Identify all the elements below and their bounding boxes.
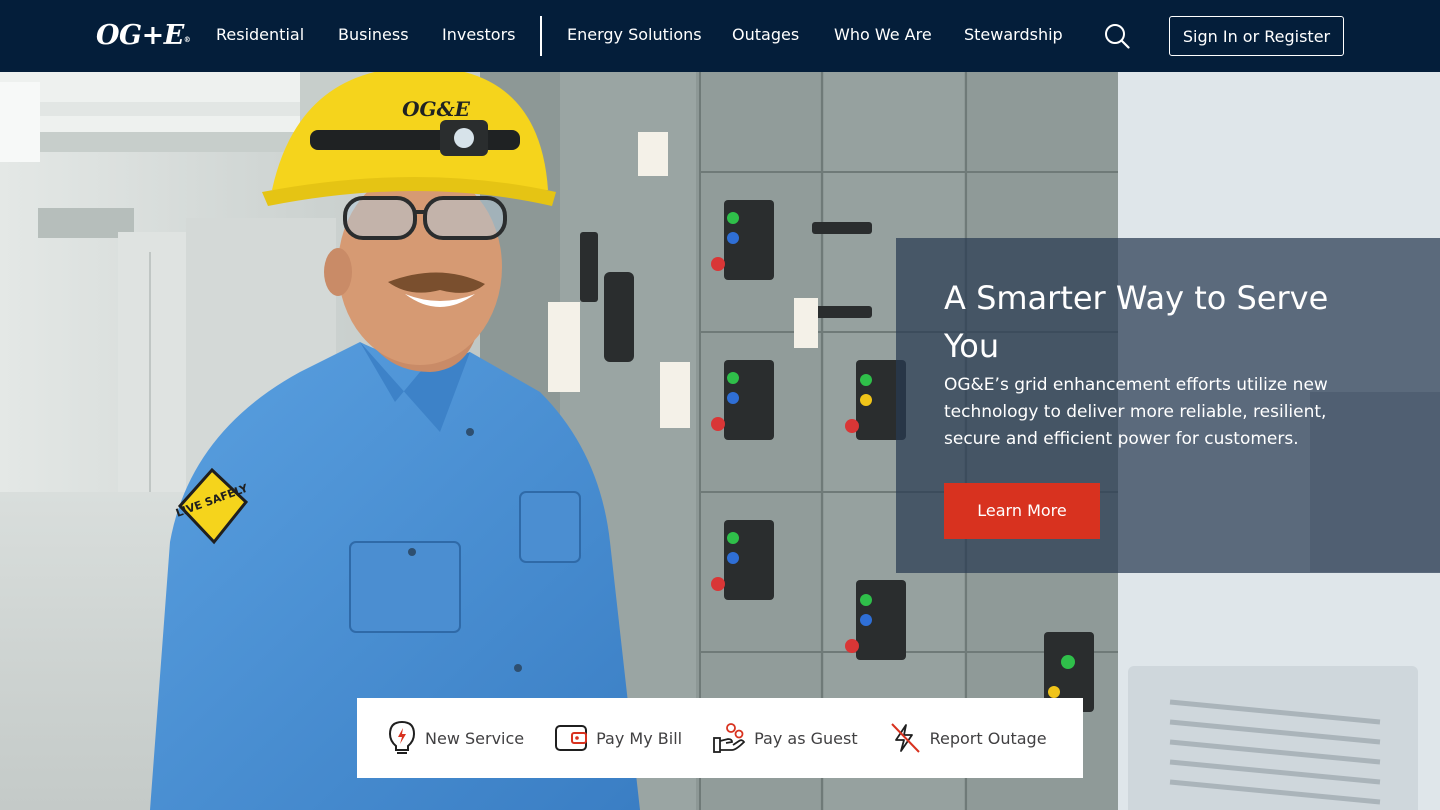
hero-description: OG&E’s grid enhancement efforts utilize … bbox=[944, 375, 1328, 449]
nav-divider bbox=[540, 16, 542, 56]
quick-link-pay-my-bill[interactable]: Pay My Bill bbox=[554, 723, 682, 753]
logo-text: OG+E bbox=[96, 20, 184, 51]
wallet-icon bbox=[555, 725, 588, 751]
nav-business[interactable]: Business bbox=[338, 24, 409, 46]
nav-stewardship[interactable]: Stewardship bbox=[964, 24, 1063, 46]
nav-outages[interactable]: Outages bbox=[732, 24, 799, 46]
quick-link-label: New Service bbox=[425, 728, 525, 748]
logo-registered-mark: ® bbox=[183, 35, 191, 44]
quick-link-label: Pay My Bill bbox=[596, 728, 683, 748]
nav-energy-solutions[interactable]: Energy Solutions bbox=[567, 24, 702, 46]
helmet-logo-text: OG&E bbox=[402, 97, 471, 121]
sign-in-register-button[interactable]: Sign In or Register bbox=[1169, 16, 1344, 56]
lightbulb-icon bbox=[388, 720, 416, 754]
search-icon[interactable] bbox=[1104, 23, 1130, 49]
power-off-icon bbox=[890, 723, 920, 753]
hero-title: A Smarter Way to Serve You bbox=[944, 279, 1329, 365]
quick-link-label: Report Outage bbox=[929, 728, 1047, 748]
quick-links-bar: New Service Pay My Bill Pay as Guest Rep… bbox=[357, 698, 1083, 778]
quick-link-label: Pay as Guest bbox=[754, 728, 858, 748]
hand-coins-icon bbox=[713, 723, 746, 753]
oge-logo[interactable]: OG+E® bbox=[96, 20, 191, 52]
learn-more-button[interactable]: Learn More bbox=[944, 483, 1100, 539]
nav-who-we-are[interactable]: Who We Are bbox=[834, 24, 932, 46]
quick-link-report-outage[interactable]: Report Outage bbox=[888, 721, 1047, 755]
quick-link-new-service[interactable]: New Service bbox=[387, 720, 524, 756]
hero-promo-panel: A Smarter Way to Serve You OG&E’s grid e… bbox=[896, 238, 1440, 573]
nav-residential[interactable]: Residential bbox=[216, 24, 304, 46]
top-navigation-bar: OG+E® Residential Business Investors Ene… bbox=[0, 0, 1440, 72]
nav-investors[interactable]: Investors bbox=[442, 24, 515, 46]
quick-link-pay-as-guest[interactable]: Pay as Guest bbox=[712, 722, 858, 754]
hero-section: LIVE SAFELY OG&E A Smarter Way to Serve … bbox=[0, 72, 1440, 810]
